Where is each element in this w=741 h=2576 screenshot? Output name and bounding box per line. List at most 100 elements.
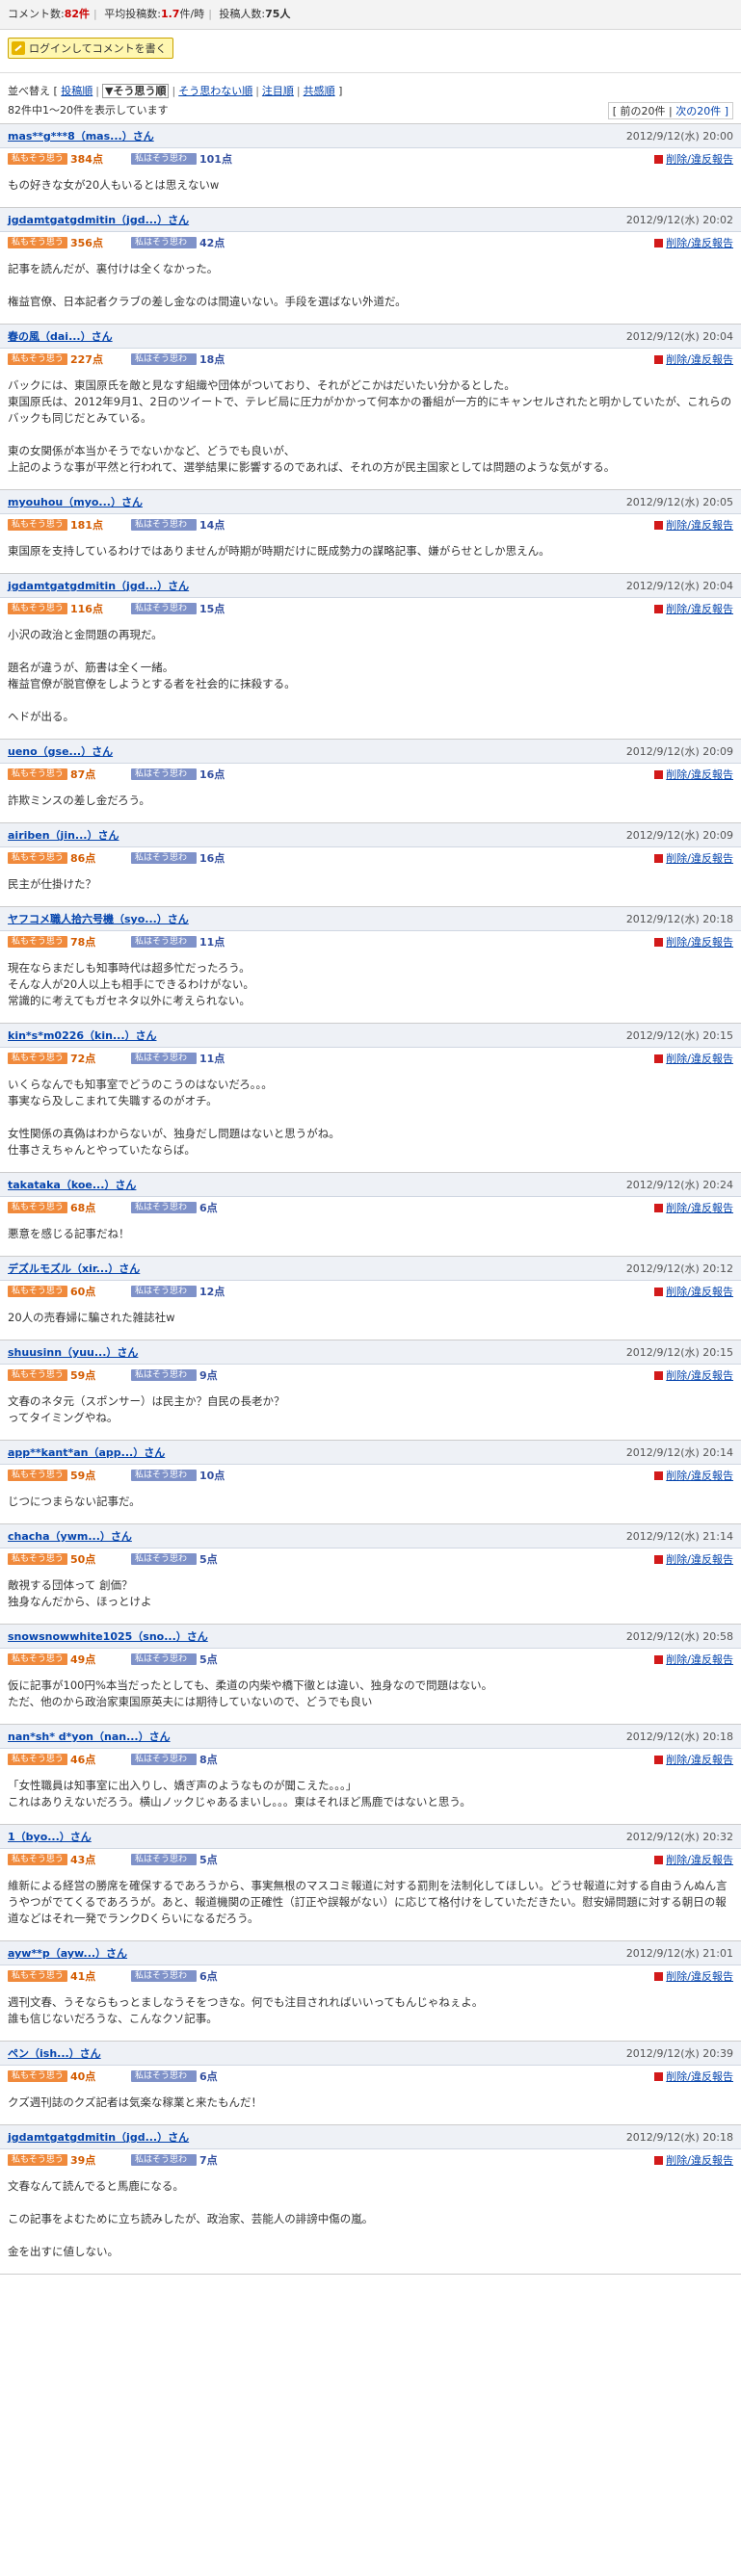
comment-user-link[interactable]: shuusinn（yuu...）さん bbox=[8, 1344, 138, 1360]
login-comment-button[interactable]: ログインしてコメントを書く bbox=[8, 38, 173, 59]
report-link[interactable]: 削除/違反報告 bbox=[654, 1200, 733, 1215]
disagree-count: 7点 bbox=[199, 2154, 218, 2167]
disagree-button[interactable]: 私はそう思わない bbox=[131, 1470, 197, 1492]
report-link[interactable]: 削除/違反報告 bbox=[654, 1652, 733, 1667]
report-link[interactable]: 削除/違反報告 bbox=[654, 1284, 733, 1299]
report-link[interactable]: 削除/違反報告 bbox=[654, 2152, 733, 2168]
disagree-button[interactable]: 私はそう思わない bbox=[131, 153, 197, 175]
report-link[interactable]: 削除/違反報告 bbox=[654, 1367, 733, 1383]
comment-user-link[interactable]: chacha（ywm...）さん bbox=[8, 1528, 132, 1544]
report-link[interactable]: 削除/違反報告 bbox=[654, 601, 733, 616]
agree-button[interactable]: 私もそう思う bbox=[8, 1553, 67, 1565]
report-link[interactable]: 削除/違反報告 bbox=[654, 1968, 733, 1984]
agree-button[interactable]: 私もそう思う bbox=[8, 1202, 67, 1213]
comment-user-link[interactable]: myouhou（myo...）さん bbox=[8, 494, 143, 509]
report-link[interactable]: 削除/違反報告 bbox=[654, 934, 733, 950]
sort-posted[interactable]: 投稿順 bbox=[61, 85, 93, 97]
comment-user-link[interactable]: ueno（gse...）さん bbox=[8, 743, 113, 759]
sort-prefix: 並べ替え [ bbox=[8, 85, 58, 97]
comment-user-link[interactable]: jgdamtgatgdmitin（jgd...）さん bbox=[8, 578, 189, 593]
disagree-button[interactable]: 私はそう思わない bbox=[131, 768, 197, 791]
pager-next[interactable]: 次の20件 ] bbox=[675, 105, 728, 117]
agree-button[interactable]: 私もそう思う bbox=[8, 519, 67, 531]
comment-item: jgdamtgatgdmitin（jgd...）さん 2012/9/12(水) … bbox=[0, 208, 741, 325]
agree-button[interactable]: 私もそう思う bbox=[8, 603, 67, 614]
comment-date: 2012/9/12(水) 20:14 bbox=[625, 1446, 733, 1459]
disagree-button[interactable]: 私はそう思わない bbox=[131, 603, 197, 625]
sort-attention[interactable]: 注目順 bbox=[262, 85, 294, 97]
report-icon bbox=[654, 937, 664, 947]
agree-button[interactable]: 私もそう思う bbox=[8, 2154, 67, 2166]
agree-button[interactable]: 私もそう思う bbox=[8, 1754, 67, 1765]
sort-disagree[interactable]: そう思わない順 bbox=[178, 85, 252, 97]
agree-button[interactable]: 私もそう思う bbox=[8, 852, 67, 864]
disagree-button[interactable]: 私はそう思わない bbox=[131, 1202, 197, 1224]
comment-user-link[interactable]: snowsnowwhite1025（sno...）さん bbox=[8, 1628, 208, 1644]
agree-button[interactable]: 私もそう思う bbox=[8, 1970, 67, 1982]
report-link[interactable]: 削除/違反報告 bbox=[654, 2069, 733, 2084]
agree-count: 43点 bbox=[70, 1854, 96, 1866]
comment-user-link[interactable]: jgdamtgatgdmitin（jgd...）さん bbox=[8, 212, 189, 227]
comment-user-link[interactable]: mas**g***8（mas...）さん bbox=[8, 128, 154, 143]
agree-button[interactable]: 私もそう思う bbox=[8, 153, 67, 165]
comment-user-link[interactable]: app**kant*an（app...）さん bbox=[8, 1444, 165, 1460]
vote-row: 私もそう思う 49点 私はそう思わない 5点 削除/違反報告 bbox=[0, 1649, 741, 1676]
report-link[interactable]: 削除/違反報告 bbox=[654, 1752, 733, 1767]
comment-user-link[interactable]: kin*s*m0226（kin...）さん bbox=[8, 1028, 157, 1043]
report-link[interactable]: 削除/違反報告 bbox=[654, 1468, 733, 1483]
report-link[interactable]: 削除/違反報告 bbox=[654, 517, 733, 533]
comment-user-link[interactable]: airiben（jin...）さん bbox=[8, 827, 119, 843]
disagree-button[interactable]: 私はそう思わない bbox=[131, 1286, 197, 1308]
comment-user-link[interactable]: jgdamtgatgdmitin（jgd...）さん bbox=[8, 2129, 189, 2145]
agree-button[interactable]: 私もそう思う bbox=[8, 2070, 67, 2082]
report-link[interactable]: 削除/違反報告 bbox=[654, 850, 733, 866]
disagree-button[interactable]: 私はそう思わない bbox=[131, 1970, 197, 1992]
comment-user-link[interactable]: 春の風（dai...）さん bbox=[8, 328, 113, 344]
disagree-button[interactable]: 私はそう思わない bbox=[131, 1369, 197, 1392]
report-link[interactable]: 削除/違反報告 bbox=[654, 1551, 733, 1567]
comment-user-link[interactable]: ペン（ish...）さん bbox=[8, 2045, 101, 2061]
agree-button[interactable]: 私もそう思う bbox=[8, 1854, 67, 1865]
comment-user-link[interactable]: 1（byo...）さん bbox=[8, 1829, 92, 1844]
agree-button[interactable]: 私もそう思う bbox=[8, 768, 67, 780]
disagree-button[interactable]: 私はそう思わない bbox=[131, 852, 197, 874]
agree-button[interactable]: 私もそう思う bbox=[8, 1286, 67, 1297]
disagree-button[interactable]: 私はそう思わない bbox=[131, 2070, 197, 2093]
disagree-button[interactable]: 私はそう思わない bbox=[131, 237, 197, 259]
comment-user-link[interactable]: takataka（koe...）さん bbox=[8, 1177, 136, 1192]
vote-row: 私もそう思う 78点 私はそう思わない 11点 削除/違反報告 bbox=[0, 931, 741, 958]
report-link[interactable]: 削除/違反報告 bbox=[654, 767, 733, 782]
comment-user-link[interactable]: ヤフコメ職人拾六号機（syo...）さん bbox=[8, 911, 189, 926]
report-link[interactable]: 削除/違反報告 bbox=[654, 1852, 733, 1867]
comment-user-link[interactable]: nan*sh* d*yon（nan...）さん bbox=[8, 1729, 171, 1744]
report-link[interactable]: 削除/違反報告 bbox=[654, 351, 733, 367]
agree-button[interactable]: 私もそう思う bbox=[8, 1470, 67, 1481]
disagree-button[interactable]: 私はそう思わない bbox=[131, 1754, 197, 1776]
agree-button[interactable]: 私もそう思う bbox=[8, 237, 67, 248]
disagree-button[interactable]: 私はそう思わない bbox=[131, 2154, 197, 2176]
sort-agree-current[interactable]: ▼そう思う順 bbox=[102, 84, 170, 98]
report-link[interactable]: 削除/違反報告 bbox=[654, 235, 733, 250]
agree-count: 41点 bbox=[70, 1970, 96, 1983]
agree-button[interactable]: 私もそう思う bbox=[8, 1053, 67, 1064]
comment-body: 週刊文春、うそならもっとましなうそをつきな。何でも注目されればいいってもんじゃね… bbox=[8, 1995, 484, 2025]
disagree-button[interactable]: 私はそう思わない bbox=[131, 1553, 197, 1575]
comment-user-link[interactable]: デズルモズル（xir...）さん bbox=[8, 1261, 140, 1276]
disagree-button[interactable]: 私はそう思わない bbox=[131, 353, 197, 376]
result-count-bar: 82件中1〜20件を表示しています [ 前の20件 | 次の20件 ] bbox=[0, 100, 741, 124]
disagree-button[interactable]: 私はそう思わない bbox=[131, 936, 197, 958]
disagree-button[interactable]: 私はそう思わない bbox=[131, 1053, 197, 1075]
agree-button[interactable]: 私もそう思う bbox=[8, 353, 67, 365]
report-link[interactable]: 削除/違反報告 bbox=[654, 1051, 733, 1066]
sort-suffix: ] bbox=[338, 85, 343, 97]
disagree-button[interactable]: 私はそう思わない bbox=[131, 1653, 197, 1676]
disagree-button[interactable]: 私はそう思わない bbox=[131, 519, 197, 541]
agree-button[interactable]: 私もそう思う bbox=[8, 936, 67, 948]
sort-empathy[interactable]: 共感順 bbox=[304, 85, 335, 97]
comment-user-link[interactable]: ayw**p（ayw...）さん bbox=[8, 1945, 127, 1961]
pager: [ 前の20件 | 次の20件 ] bbox=[607, 102, 733, 119]
disagree-button[interactable]: 私はそう思わない bbox=[131, 1854, 197, 1876]
agree-button[interactable]: 私もそう思う bbox=[8, 1653, 67, 1665]
report-link[interactable]: 削除/違反報告 bbox=[654, 151, 733, 167]
agree-button[interactable]: 私もそう思う bbox=[8, 1369, 67, 1381]
